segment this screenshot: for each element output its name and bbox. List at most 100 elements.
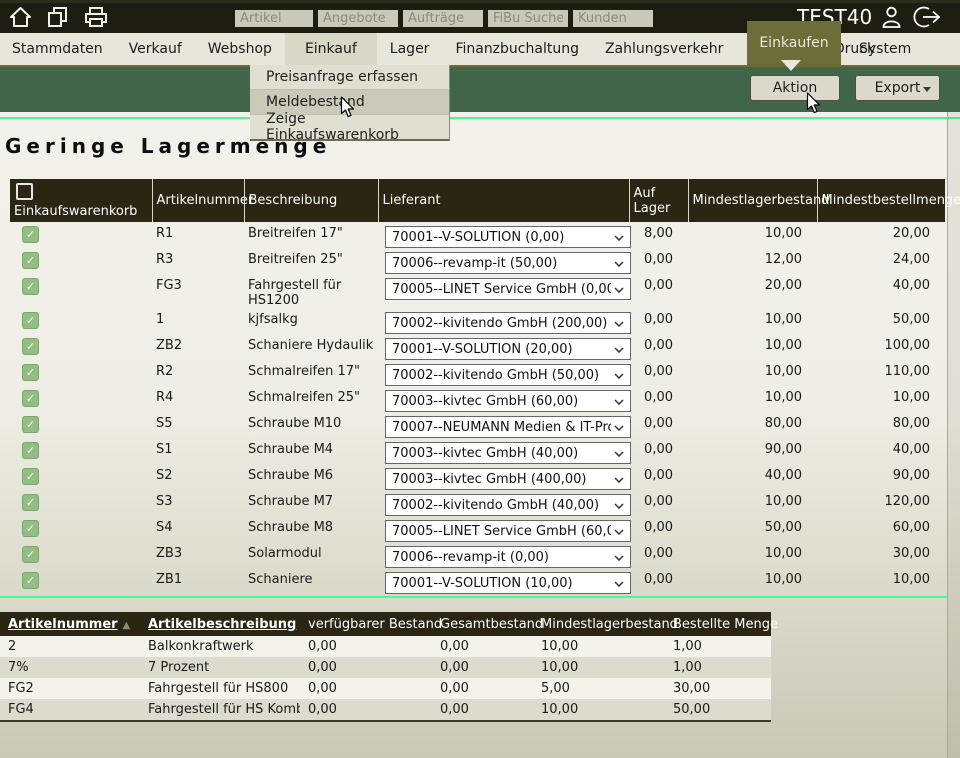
menu-item-zahlungsverkehr[interactable]: Zahlungsverkehr — [592, 33, 736, 65]
lieferant-select[interactable]: 70002--kivitendo GmbH (200,00) — [385, 312, 631, 334]
lieferant-select[interactable]: 70005--LINET Service GmbH (60,00) — [385, 520, 631, 542]
page-content: Geringe Lagermenge Einkaufswarenkorb Art… — [0, 112, 960, 758]
artikelnummer-cell: FG2 — [0, 678, 140, 699]
mouse-cursor — [340, 96, 355, 122]
bottom-table-body: 2Balkonkraftwerk0,000,0010,001,007%7 Pro… — [0, 636, 771, 721]
lieferant-select[interactable]: 70003--kivtec GmbH (60,00) — [385, 390, 631, 412]
mindestbestellmenge-value: 40,00 — [817, 274, 945, 308]
lieferant-select[interactable]: 70001--V-SOLUTION (10,00) — [385, 572, 631, 594]
row-checkbox[interactable]: ✓ — [22, 312, 39, 329]
artikelbeschreibung-cell: 7 Prozent — [140, 657, 300, 678]
row-checkbox[interactable]: ✓ — [22, 338, 39, 355]
lieferant-select[interactable]: 70001--V-SOLUTION (0,00) — [385, 226, 631, 248]
aktion-button[interactable]: Aktion — [750, 75, 840, 101]
chevron-down-icon — [611, 394, 624, 409]
select-all-checkbox[interactable] — [16, 183, 33, 200]
home-icon[interactable] — [8, 5, 33, 29]
menu-item-webshop[interactable]: Webshop — [195, 33, 285, 65]
lieferant-select-value: 70001--V-SOLUTION (20,00) — [392, 342, 611, 357]
search-input-kunden[interactable] — [573, 10, 653, 27]
chevron-down-icon — [611, 342, 624, 357]
row-checkbox[interactable]: ✓ — [22, 442, 39, 459]
bottom-table-head-row: Artikelnummer▲Artikelbeschreibungverfügb… — [0, 612, 771, 636]
table-row: ✓R3Breitreifen 25"70006--revamp-it (50,0… — [10, 248, 945, 274]
dropdown-item-preisanfrage-erfassen[interactable]: Preisanfrage erfassen — [250, 65, 449, 89]
row-checkbox[interactable]: ✓ — [22, 364, 39, 381]
row-checkbox[interactable]: ✓ — [22, 546, 39, 563]
mindestlagerbestand-cell: 10,00 — [533, 699, 665, 721]
table-row: ✓S5Schraube M1070007--NEUMANN Medien & I… — [10, 412, 945, 438]
lieferant-select[interactable]: 70006--revamp-it (0,00) — [385, 546, 631, 568]
mindestlagerbestand-value: 20,00 — [688, 274, 817, 308]
search-input-aufträge[interactable] — [403, 10, 483, 27]
artikelnummer-cell: ZB3 — [152, 542, 244, 568]
chevron-down-icon — [611, 524, 624, 539]
search-input-fibu-suche[interactable] — [488, 10, 568, 27]
row-checkbox[interactable]: ✓ — [22, 226, 39, 243]
artikelnummer-cell: ZB1 — [152, 568, 244, 594]
artikelnummer-cell: R1 — [152, 222, 244, 248]
auf-lager-value: 0,00 — [629, 438, 688, 464]
mindestbestellmenge-value: 60,00 — [817, 516, 945, 542]
auf-lager-value: 0,00 — [629, 516, 688, 542]
table-row: ✓ZB1Schaniere70001--V-SOLUTION (10,00)0,… — [10, 568, 945, 594]
bottom-column-header-artikelnummer[interactable]: Artikelnummer▲ — [0, 612, 140, 636]
lieferant-select-value: 70007--NEUMANN Medien & IT-Proje — [392, 420, 611, 435]
bottom-column-header-mindestlagerbestand: Mindestlagerbestand — [533, 612, 665, 636]
lieferant-select[interactable]: 70003--kivtec GmbH (40,00) — [385, 442, 631, 464]
row-checkbox[interactable]: ✓ — [22, 572, 39, 589]
menu-item-system[interactable]: System — [845, 33, 925, 65]
row-checkbox[interactable]: ✓ — [22, 468, 39, 485]
verfuegbarer-bestand-cell: 0,00 — [300, 657, 432, 678]
beschreibung-cell: Schraube M6 — [244, 464, 378, 490]
menu-item-stammdaten[interactable]: Stammdaten — [0, 33, 116, 65]
table-row: ✓ZB3Solarmodul70006--revamp-it (0,00)0,0… — [10, 542, 945, 568]
row-checkbox[interactable]: ✓ — [22, 252, 39, 269]
beschreibung-cell: Fahrgestell für HS1200 — [244, 274, 378, 308]
row-checkbox[interactable]: ✓ — [22, 278, 39, 295]
logout-icon[interactable] — [912, 5, 944, 33]
search-input-angebote[interactable] — [318, 10, 398, 27]
search-input-artikel[interactable] — [235, 10, 313, 27]
low-stock-table: Einkaufswarenkorb Artikelnummer Beschrei… — [10, 179, 945, 594]
user-icon[interactable] — [880, 5, 903, 33]
lieferant-select[interactable]: 70002--kivitendo GmbH (40,00) — [385, 494, 631, 516]
lieferant-select[interactable]: 70001--V-SOLUTION (20,00) — [385, 338, 631, 360]
mindestlagerbestand-value: 10,00 — [688, 360, 817, 386]
lieferant-select[interactable]: 70006--revamp-it (50,00) — [385, 252, 631, 274]
print-icon[interactable] — [83, 5, 109, 29]
copy-icon[interactable] — [46, 5, 70, 29]
mindestbestellmenge-value: 80,00 — [817, 412, 945, 438]
mindestlagerbestand-value: 10,00 — [688, 490, 817, 516]
row-checkbox[interactable]: ✓ — [22, 520, 39, 537]
row-checkbox[interactable]: ✓ — [22, 416, 39, 433]
artikelnummer-cell: FG3 — [152, 274, 244, 308]
artikelnummer-cell: R3 — [152, 248, 244, 274]
column-header-einkaufswarenkorb: Einkaufswarenkorb — [14, 204, 148, 219]
mindestlagerbestand-value: 10,00 — [688, 222, 817, 248]
right-scroll-strip[interactable] — [947, 112, 960, 758]
list-item: FG4Fahrgestell für HS Kombi0,000,0010,00… — [0, 699, 771, 721]
lieferant-select[interactable]: 70002--kivitendo GmbH (50,00) — [385, 364, 631, 386]
artikelnummer-cell: ZB2 — [152, 334, 244, 360]
bestellte-menge-cell: 50,00 — [665, 699, 771, 721]
row-checkbox[interactable]: ✓ — [22, 494, 39, 511]
bottom-column-header-artikelbeschreibung[interactable]: Artikelbeschreibung — [140, 612, 300, 636]
row-checkbox[interactable]: ✓ — [22, 390, 39, 407]
lieferant-select[interactable]: 70005--LINET Service GmbH (0,00) — [385, 278, 631, 300]
menu-item-finanzbuchaltung[interactable]: Finanzbuchaltung — [442, 33, 592, 65]
menu-item-lager[interactable]: Lager — [377, 33, 443, 65]
lieferant-select[interactable]: 70007--NEUMANN Medien & IT-Proje — [385, 416, 631, 438]
table-row: ✓1kjfsalkg70002--kivitendo GmbH (200,00)… — [10, 308, 945, 334]
menu-item-verkauf[interactable]: Verkauf — [116, 33, 195, 65]
menu-item-einkauf[interactable]: Einkauf — [285, 33, 377, 65]
auf-lager-value: 8,00 — [629, 222, 688, 248]
bottom-green-divider — [0, 596, 947, 598]
lieferant-select[interactable]: 70003--kivtec GmbH (400,00) — [385, 468, 631, 490]
checkbox-cell: ✓ — [10, 542, 152, 568]
lieferant-cell: 70003--kivtec GmbH (40,00) — [378, 438, 629, 464]
mindestbestellmenge-value: 100,00 — [817, 334, 945, 360]
auf-lager-value: 0,00 — [629, 490, 688, 516]
export-button[interactable]: Export — [855, 75, 940, 101]
artikelnummer-cell: S5 — [152, 412, 244, 438]
